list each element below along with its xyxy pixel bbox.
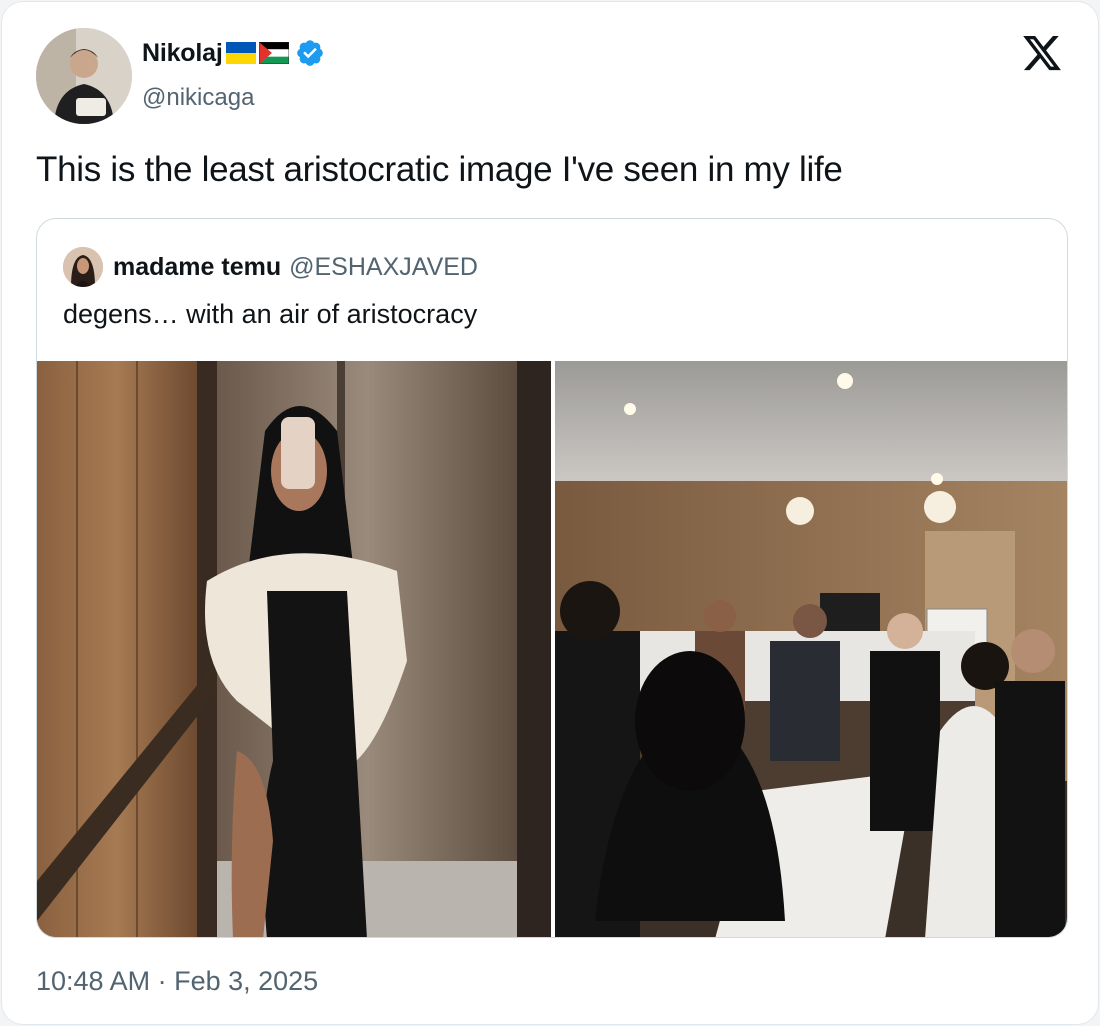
tweet-card: Nikolaj @nikicaga This is the least aris… [1, 1, 1099, 1025]
quoted-display-name[interactable]: madame temu [113, 253, 281, 282]
quoted-tweet[interactable]: madame temu @ESHAXJAVED degens… with an … [36, 218, 1068, 938]
author-handle[interactable]: @nikicaga [142, 84, 254, 112]
author-name-row: Nikolaj [142, 35, 325, 71]
author-display-name[interactable]: Nikolaj [142, 39, 223, 68]
quoted-handle[interactable]: @ESHAXJAVED [289, 253, 478, 282]
author-avatar[interactable] [36, 28, 132, 124]
kitchen-party-image[interactable] [555, 361, 1067, 937]
tweet-timestamp[interactable]: 10:48 AM · Feb 3, 2025 [36, 966, 318, 997]
quoted-author-avatar[interactable] [63, 247, 103, 287]
tweet-text: This is the least aristocratic image I'v… [36, 150, 843, 189]
ukraine-flag-icon [225, 42, 256, 64]
palestine-flag-icon [258, 42, 289, 64]
x-logo-icon[interactable] [1020, 32, 1064, 74]
elevator-mirror-selfie-image[interactable] [37, 361, 551, 937]
quoted-header: madame temu @ESHAXJAVED [63, 247, 478, 287]
verified-badge-icon [296, 40, 323, 66]
quoted-text: degens… with an air of aristocracy [63, 299, 478, 329]
